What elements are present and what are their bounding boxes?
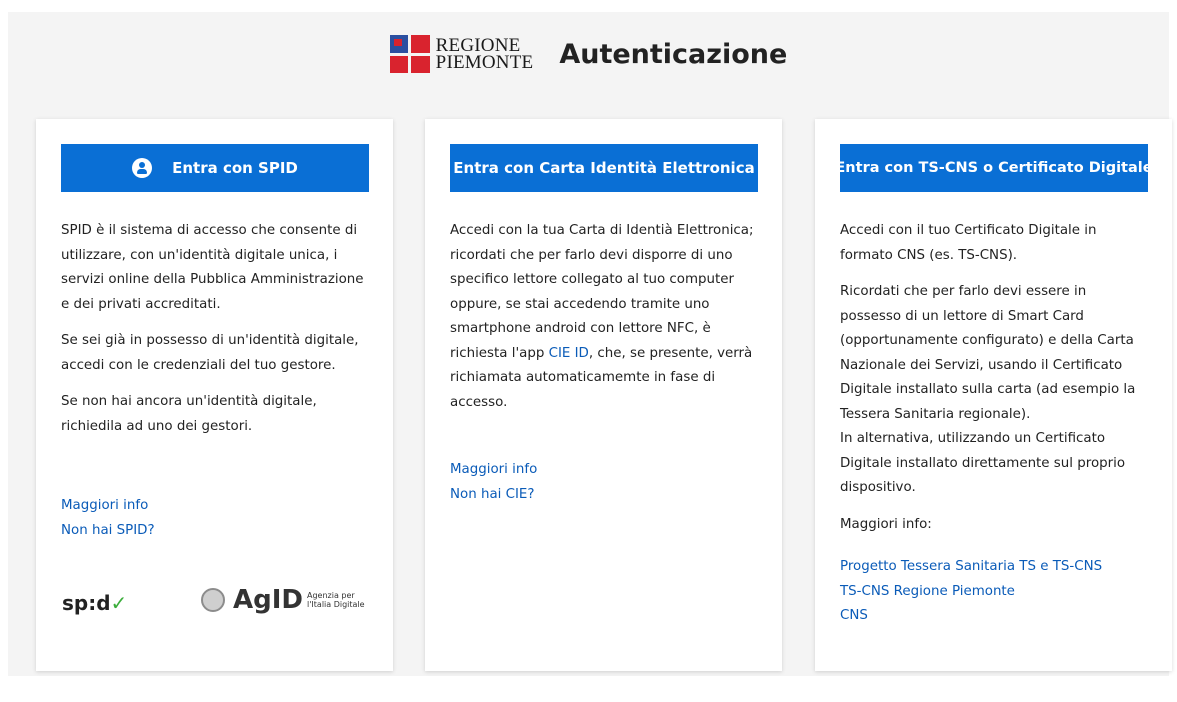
spid-paragraph: SPID è il sistema di accesso che consent… [61, 223, 364, 312]
spid-links: Maggiori info Non hai SPID? [61, 494, 155, 543]
regione-flag-icon [389, 35, 430, 73]
cie-more-info-link[interactable]: Maggiori info [450, 458, 537, 483]
agid-subtitle-1: Agenzia per [307, 591, 355, 600]
logo-line-2: PIEMONTE [435, 52, 534, 73]
page-background: REGIONE PIEMONTE Autenticazione Entra co… [8, 12, 1172, 676]
no-spid-link[interactable]: Non hai SPID? [61, 519, 155, 544]
spid-logo-text: sp:d [62, 591, 111, 615]
spid-card: Entra con SPID SPID è il sistema di acce… [36, 119, 393, 671]
cie-card: Entra con Carta Identità Elettronica Acc… [425, 119, 782, 671]
ts-cns-piemonte-link[interactable]: TS-CNS Regione Piemonte [840, 580, 1102, 605]
cie-button-label: Entra con Carta Identità Elettronica [453, 159, 755, 177]
spid-login-button[interactable]: Entra con SPID [61, 144, 369, 192]
cns-link[interactable]: CNS [840, 604, 1102, 629]
cns-login-button[interactable]: Entra con TS-CNS o Certificato Digitale [840, 144, 1148, 192]
cns-description: Accedi con il tuo Certificato Digitale i… [840, 219, 1145, 537]
user-icon [132, 158, 153, 178]
cns-paragraph-3: In alternativa, utilizzando un Certifica… [840, 431, 1126, 495]
cns-card: Entra con TS-CNS o Certificato Digitale … [815, 119, 1172, 671]
cns-paragraph-1: Accedi con il tuo Certificato Digitale i… [840, 223, 1097, 263]
agid-emblem-icon [201, 588, 225, 612]
no-cie-link[interactable]: Non hai CIE? [450, 483, 537, 508]
header: REGIONE PIEMONTE Autenticazione [8, 30, 1169, 78]
cns-paragraph-2: Ricordati che per farlo devi essere in p… [840, 284, 1136, 422]
spid-paragraph: Se non hai ancora un'identità digitale, … [61, 394, 317, 434]
cns-button-label: Entra con TS-CNS o Certificato Digitale [840, 160, 1148, 176]
spid-description: SPID è il sistema di accesso che consent… [61, 219, 366, 439]
cns-links: Progetto Tessera Sanitaria TS e TS-CNS T… [840, 555, 1102, 629]
cie-description: Accedi con la tua Carta di Identià Elett… [450, 219, 755, 415]
agid-logo: AgID Agenzia per l'Italia Digitale [201, 585, 365, 615]
spid-more-info-link[interactable]: Maggiori info [61, 494, 155, 519]
cie-id-app-link[interactable]: CIE ID [549, 346, 589, 361]
spid-button-label: Entra con SPID [172, 159, 298, 177]
cns-more-info-label: Maggiori info: [840, 516, 932, 532]
agid-logo-text: AgID [233, 585, 303, 615]
regione-piemonte-logo: REGIONE PIEMONTE [389, 35, 534, 73]
checkmark-icon: ✓ [110, 591, 128, 615]
agid-subtitle-2: l'Italia Digitale [307, 600, 365, 609]
spid-paragraph: Se sei già in possesso di un'identità di… [61, 333, 359, 373]
cie-login-button[interactable]: Entra con Carta Identità Elettronica [450, 144, 758, 192]
ts-project-link[interactable]: Progetto Tessera Sanitaria TS e TS-CNS [840, 555, 1102, 580]
cie-text-1: Accedi con la tua Carta di Identià Elett… [450, 223, 754, 361]
spid-logo: sp:d✓ [62, 591, 127, 615]
cie-links: Maggiori info Non hai CIE? [450, 458, 537, 507]
page-title: Autenticazione [559, 38, 788, 70]
